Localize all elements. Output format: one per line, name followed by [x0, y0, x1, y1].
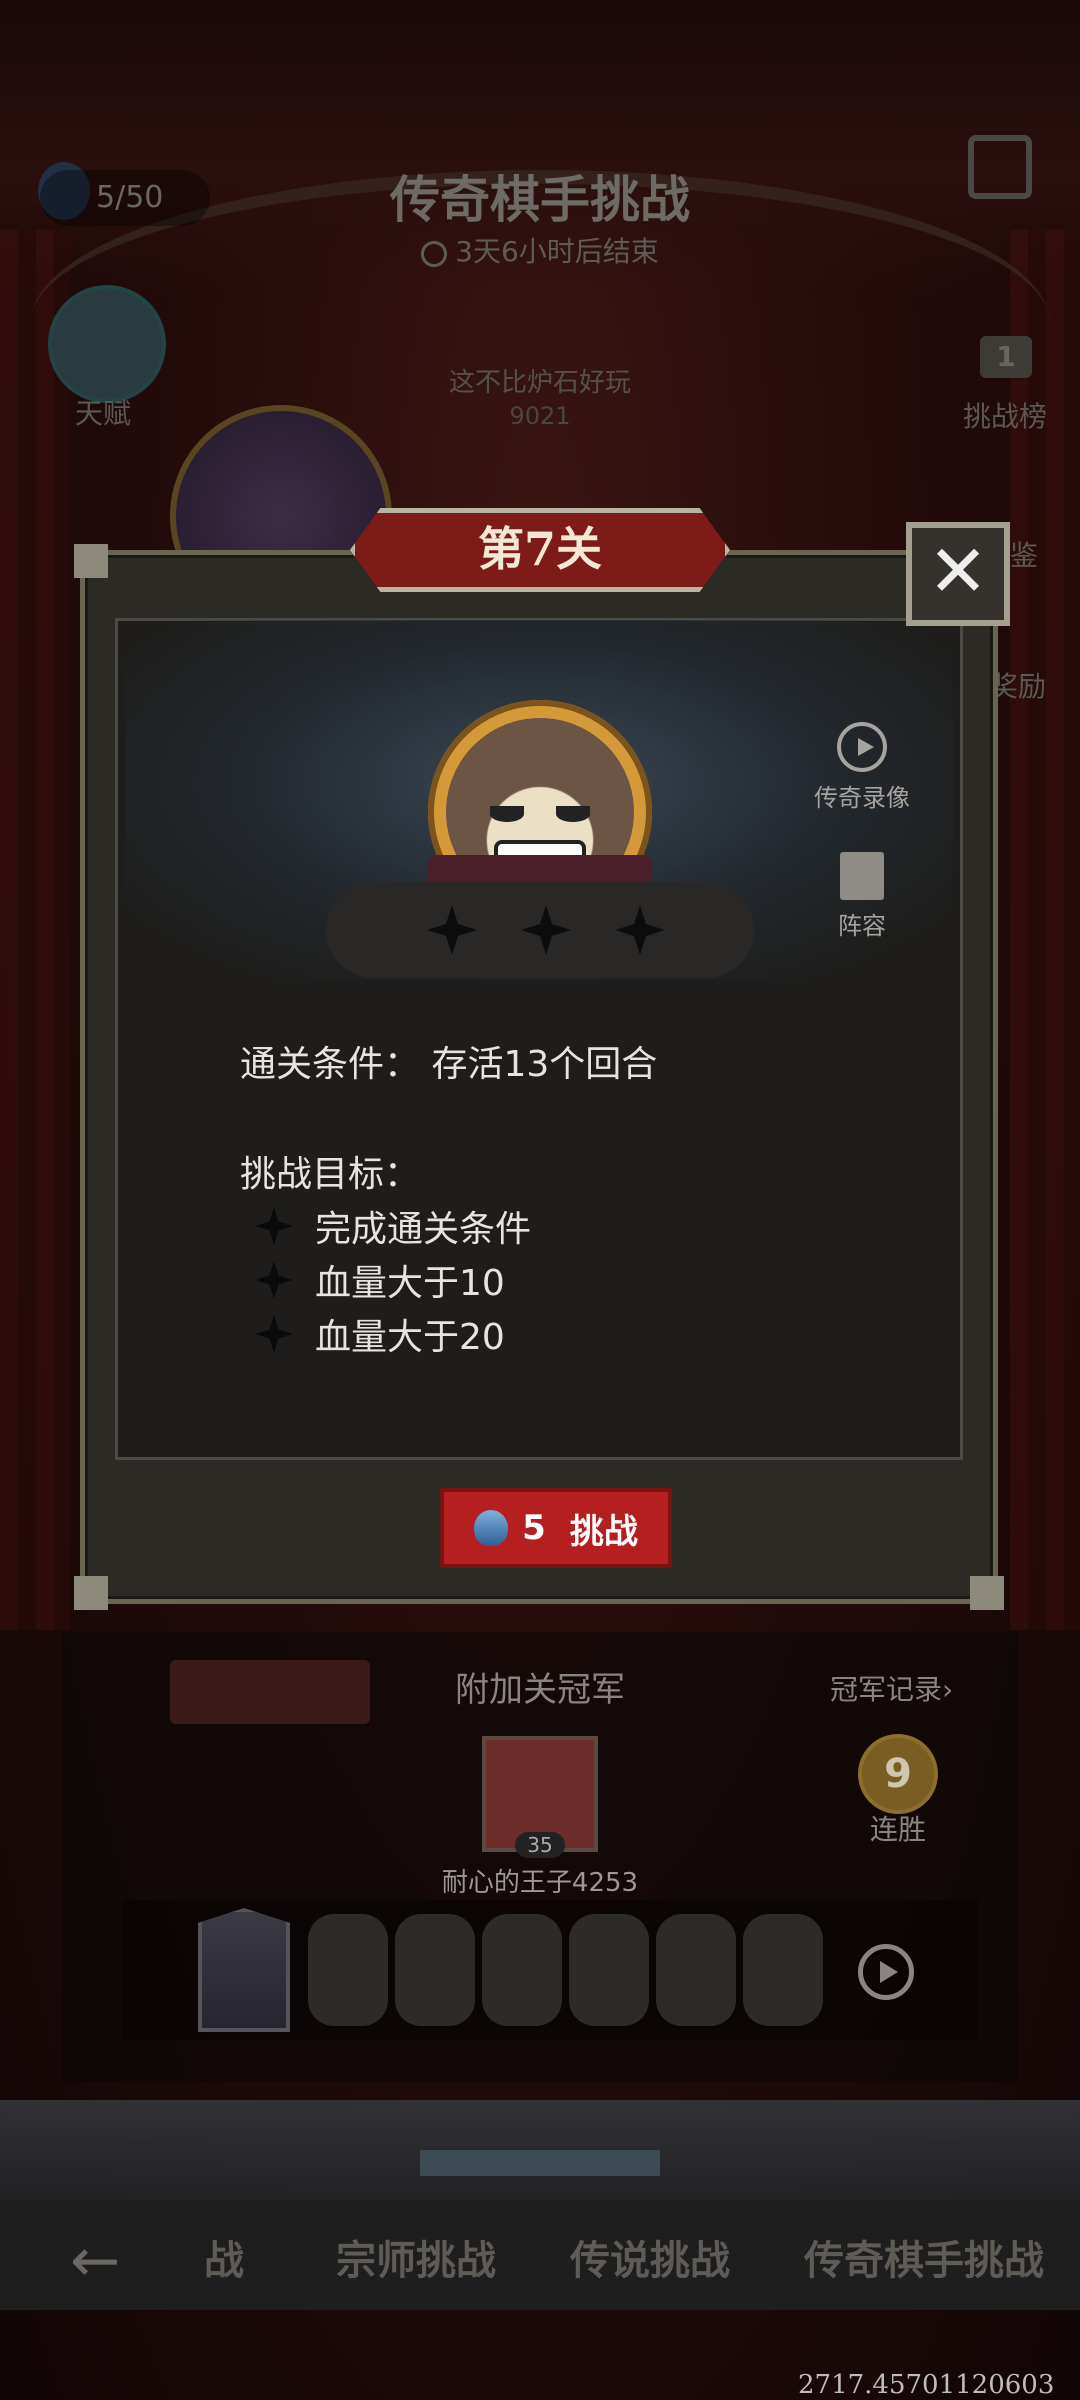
condition-label: 通关条件： — [240, 1044, 421, 1085]
goal-star-icon — [255, 1315, 293, 1353]
page-title: 传奇棋手挑战 — [390, 170, 690, 229]
champion-level: 35 — [515, 1832, 565, 1858]
boss-eye — [490, 806, 524, 822]
rewards-label[interactable]: 奖励 — [990, 665, 1046, 705]
back-arrow-icon[interactable]: ← — [70, 2226, 120, 2296]
goal-text: 完成通关条件 — [315, 1209, 532, 1250]
goal-star-icon — [255, 1261, 293, 1299]
champion-replay-icon[interactable] — [858, 1944, 914, 2000]
legend-replay-label: 传奇录像 — [814, 784, 910, 812]
opponent-name: 这不比炉石好玩 — [448, 368, 631, 398]
challenge-cost: 5 — [522, 1508, 546, 1548]
tab-challenge-partial[interactable]: 战 — [204, 2228, 244, 2286]
close-button[interactable]: ✕ — [906, 522, 1010, 626]
goal-item: 血量大于10 — [255, 1254, 505, 1306]
clock-icon — [421, 241, 448, 267]
dialog-corner — [74, 1576, 108, 1610]
countdown-text: 3天6小时后结束 — [455, 235, 659, 268]
opponent-score: 9021 — [509, 402, 571, 430]
lower-left-stars — [170, 1660, 370, 1724]
goal-text: 血量大于10 — [315, 1263, 505, 1304]
champion-name: 耐心的王子4253 — [441, 1868, 639, 1898]
empty-slot — [395, 1914, 475, 2026]
goal-star-icon — [255, 1207, 293, 1245]
empty-slot — [482, 1914, 562, 2026]
curtain-right — [1010, 230, 1080, 1630]
empty-slot — [569, 1914, 649, 2026]
clear-condition: 通关条件： 存活13个回合 — [240, 1035, 657, 1087]
goal-item: 完成通关条件 — [255, 1200, 531, 1252]
exit-icon[interactable] — [968, 135, 1032, 199]
console-screen — [420, 2150, 660, 2176]
champion-section-title: 附加关冠军 — [455, 1670, 625, 1710]
challenge-button[interactable]: 5 挑战 — [440, 1488, 672, 1568]
leaderboard-label[interactable]: 挑战榜 — [940, 395, 1070, 435]
talent-label: 天赋 — [74, 397, 131, 430]
legend-replay-button[interactable]: 传奇录像 — [802, 722, 922, 813]
level-title: 第7关 — [350, 508, 730, 592]
coordinate-readout: 2717.45701120603 — [798, 2370, 1055, 2400]
potion-icon — [474, 1510, 509, 1546]
talent-avatar[interactable] — [48, 285, 166, 403]
empty-slot — [743, 1914, 823, 2026]
replay-icon — [837, 722, 887, 772]
lineup-label: 阵容 — [838, 912, 886, 940]
challenge-label: 挑战 — [569, 1511, 638, 1552]
empty-slot — [308, 1914, 388, 2026]
champion-record-link[interactable]: 冠军记录› — [830, 1668, 953, 1708]
dialog-corner — [970, 1576, 1004, 1610]
lineup-book-icon — [840, 852, 884, 900]
dialog-corner — [74, 544, 108, 578]
tab-legend[interactable]: 传说挑战 — [570, 2228, 730, 2286]
countdown: 3天6小时后结束 — [0, 230, 1080, 270]
condition-value: 存活13个回合 — [431, 1044, 658, 1085]
streak-badge: 9 — [858, 1734, 938, 1814]
leaderboard-icon[interactable]: 1 — [980, 336, 1032, 378]
queen-portrait[interactable] — [198, 1908, 290, 2032]
curtain-left — [0, 230, 70, 1630]
streak-label: 连胜 — [869, 1813, 926, 1846]
goal-text: 血量大于20 — [315, 1317, 505, 1358]
tab-master[interactable]: 宗师挑战 — [336, 2228, 496, 2286]
goals-title: 挑战目标： — [240, 1154, 421, 1195]
boss-eye — [556, 806, 590, 822]
side-label-1[interactable]: 鉴 — [1010, 534, 1038, 574]
tab-legendary-player[interactable]: 传奇棋手挑战 — [804, 2228, 1044, 2286]
lineup-button[interactable]: 阵容 — [802, 852, 922, 941]
goal-item: 血量大于20 — [255, 1308, 505, 1360]
empty-slot — [656, 1914, 736, 2026]
